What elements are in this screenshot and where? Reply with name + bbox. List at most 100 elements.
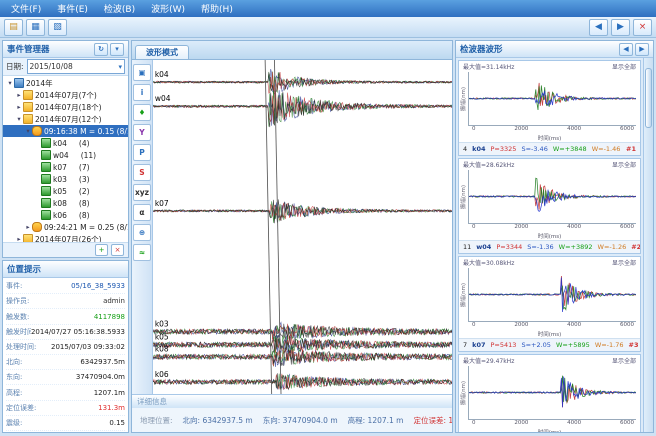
detector-ylabel: 振幅(nm) xyxy=(459,170,468,224)
scroll-down-icon[interactable]: ▶ xyxy=(635,43,649,56)
refresh-icon[interactable]: ↻ xyxy=(94,43,108,56)
expander-icon[interactable]: ▸ xyxy=(15,91,23,99)
alpha-icon[interactable]: α xyxy=(133,204,151,221)
prev-event-icon[interactable]: ◀ xyxy=(589,19,608,36)
tree-item-label: k04 xyxy=(53,139,67,148)
open-folder-icon[interactable]: ▤ xyxy=(4,19,23,36)
select-icon[interactable]: ▣ xyxy=(133,64,151,81)
export-icon[interactable]: ▧ xyxy=(48,19,67,36)
filter-icon[interactable]: Y xyxy=(133,124,151,141)
tree-item[interactable]: ▸2014年07月(26个) xyxy=(3,233,128,242)
s-pick-icon[interactable]: S xyxy=(133,164,151,181)
menu-item-3[interactable]: 检波(B) xyxy=(97,1,142,16)
axes-icon[interactable]: xyz xyxy=(133,184,151,201)
detector-value: S=-1.36 xyxy=(527,243,553,251)
detail-info-header: 详细信息 xyxy=(132,394,452,408)
tree-item[interactable]: k04(4) xyxy=(3,137,128,149)
scroll-up-icon[interactable]: ◀ xyxy=(619,43,633,56)
delete-icon[interactable]: × xyxy=(111,244,124,256)
next-event-icon[interactable]: ▶ xyxy=(611,19,630,36)
tree-item[interactable]: k03(3) xyxy=(3,173,128,185)
expander-icon[interactable]: ▸ xyxy=(24,223,32,231)
tree-item-label: 2014年 xyxy=(26,78,53,89)
menu-item-1[interactable]: 文件(F) xyxy=(4,1,48,16)
location-field-label: 操作员: xyxy=(6,296,29,306)
menu-item-5[interactable]: 帮助(H) xyxy=(194,1,240,16)
detector-plot[interactable] xyxy=(468,366,636,420)
detector-ylabel-text: 振幅(nm) xyxy=(460,283,468,307)
detector-index: 11 xyxy=(463,243,471,251)
sensor-icon xyxy=(41,162,51,172)
wave-icon[interactable]: ≈ xyxy=(133,244,151,261)
x-tick: 4000 xyxy=(567,126,581,134)
detector-plot[interactable] xyxy=(468,170,636,224)
event-manager-panel: 事件管理器 ↻▾ 日期: 2015/10/08 ▾ ▾2014年▸2014年07… xyxy=(2,40,129,258)
scrollbar-thumb[interactable] xyxy=(645,68,652,128)
tree-item[interactable]: k08(8) xyxy=(3,197,128,209)
save-icon[interactable]: ▦ xyxy=(26,19,45,36)
info-icon[interactable]: i xyxy=(133,84,151,101)
expander-icon[interactable]: ▾ xyxy=(6,79,14,87)
tree-item[interactable]: ▸ 2014年07月(7个) xyxy=(3,89,128,101)
tree-item[interactable]: ▸09:24:21 M = 0.25 (8/17个) xyxy=(3,221,128,233)
warn-icon xyxy=(23,90,33,100)
detector-index: 4 xyxy=(463,145,467,153)
detector-xlabel: 时间(ms) xyxy=(459,330,640,338)
menu-item-4[interactable]: 波形(W) xyxy=(144,1,192,16)
detector-plot[interactable] xyxy=(468,268,636,322)
waveform-canvas[interactable]: k04w04k07k03k05k08k06 xyxy=(153,60,452,394)
event-icon xyxy=(32,126,42,136)
detector-header: 最大值=30.08kHz显示全部 xyxy=(459,257,640,268)
detector-panel[interactable]: 最大值=28.62kHz显示全部振幅(nm)0200040006000时间(ms… xyxy=(458,158,641,254)
expander-icon[interactable]: ▾ xyxy=(24,127,32,135)
chevron-down-icon[interactable]: ▾ xyxy=(118,63,122,71)
event-manager-title: 事件管理器 xyxy=(7,43,50,55)
left-column: 事件管理器 ↻▾ 日期: 2015/10/08 ▾ ▾2014年▸2014年07… xyxy=(2,40,129,433)
x-tick: 0 xyxy=(472,420,476,428)
detector-ylabel: 振幅(nm) xyxy=(459,72,468,126)
tree-item[interactable]: ▸ 2014年07月(18个) xyxy=(3,101,128,113)
tree-item[interactable]: k07(7) xyxy=(3,161,128,173)
tab-waveform-mode[interactable]: 波形模式 xyxy=(135,45,189,59)
close-icon[interactable]: × xyxy=(633,19,652,36)
zoom-icon[interactable]: ⊕ xyxy=(133,224,151,241)
detector-plot[interactable] xyxy=(468,72,636,126)
add-icon[interactable]: + xyxy=(95,244,108,256)
tree-item-label: 2014年07月(18个) xyxy=(35,102,102,113)
tree-item[interactable]: k06(8) xyxy=(3,209,128,221)
detector-footer: 4k04P=3325S=-3.46W=+3848W=-1.46#1 xyxy=(459,142,640,155)
locate-icon[interactable]: ♦ xyxy=(133,104,151,121)
x-tick: 6000 xyxy=(620,420,634,428)
expander-icon[interactable]: ▸ xyxy=(15,103,23,111)
x-tick: 2000 xyxy=(514,420,528,428)
tree-item[interactable]: ▾09:16:38 M = 0.15 (8/17个) xyxy=(3,125,128,137)
detector-panel[interactable]: 最大值=29.47kHz显示全部振幅(nm)0200040006000时间(ms… xyxy=(458,354,641,432)
detector-value: W=-1.46 xyxy=(592,145,621,153)
expander-icon[interactable]: ▾ xyxy=(15,115,23,123)
vertical-scrollbar[interactable] xyxy=(643,58,653,432)
detector-header: 最大值=31.14kHz显示全部 xyxy=(459,61,640,72)
tree-item[interactable]: ▾2014年07月(12个) xyxy=(3,113,128,125)
detector-list: 最大值=31.14kHz显示全部振幅(nm)0200040006000时间(ms… xyxy=(456,58,643,432)
expander-icon[interactable]: ▸ xyxy=(15,235,23,242)
collapse-icon[interactable]: ▾ xyxy=(110,43,124,56)
x-tick: 2000 xyxy=(514,126,528,134)
tree-item-label: 2014年07月(7个) xyxy=(35,90,97,101)
detector-name: w04 xyxy=(476,243,491,251)
location-row: 震级:0.15 xyxy=(6,416,125,431)
location-row: 定位误差:131.3m xyxy=(6,401,125,416)
tree-item[interactable]: k05(2) xyxy=(3,185,128,197)
mine-icon xyxy=(14,78,24,88)
tree-item[interactable]: w04(11) xyxy=(3,149,128,161)
detector-panel[interactable]: 最大值=31.14kHz显示全部振幅(nm)0200040006000时间(ms… xyxy=(458,60,641,156)
date-picker[interactable]: 2015/10/08 ▾ xyxy=(27,59,125,74)
svg-text:w04: w04 xyxy=(155,94,171,103)
menu-item-2[interactable]: 事件(E) xyxy=(50,1,95,16)
detector-panel[interactable]: 最大值=30.08kHz显示全部振幅(nm)0200040006000时间(ms… xyxy=(458,256,641,352)
tree-item[interactable]: ▾ 2014年 xyxy=(3,77,128,89)
center-body: ▣ i ♦ YPSxyz α ⊕ ≈ k04w04k07k03k05k08k06 xyxy=(132,60,452,394)
location-row: 触发数:4117898 xyxy=(6,309,125,324)
detector-value: S=-3.46 xyxy=(521,145,547,153)
detector-ylabel-text: 振幅(nm) xyxy=(460,185,468,209)
p-pick-icon[interactable]: P xyxy=(133,144,151,161)
